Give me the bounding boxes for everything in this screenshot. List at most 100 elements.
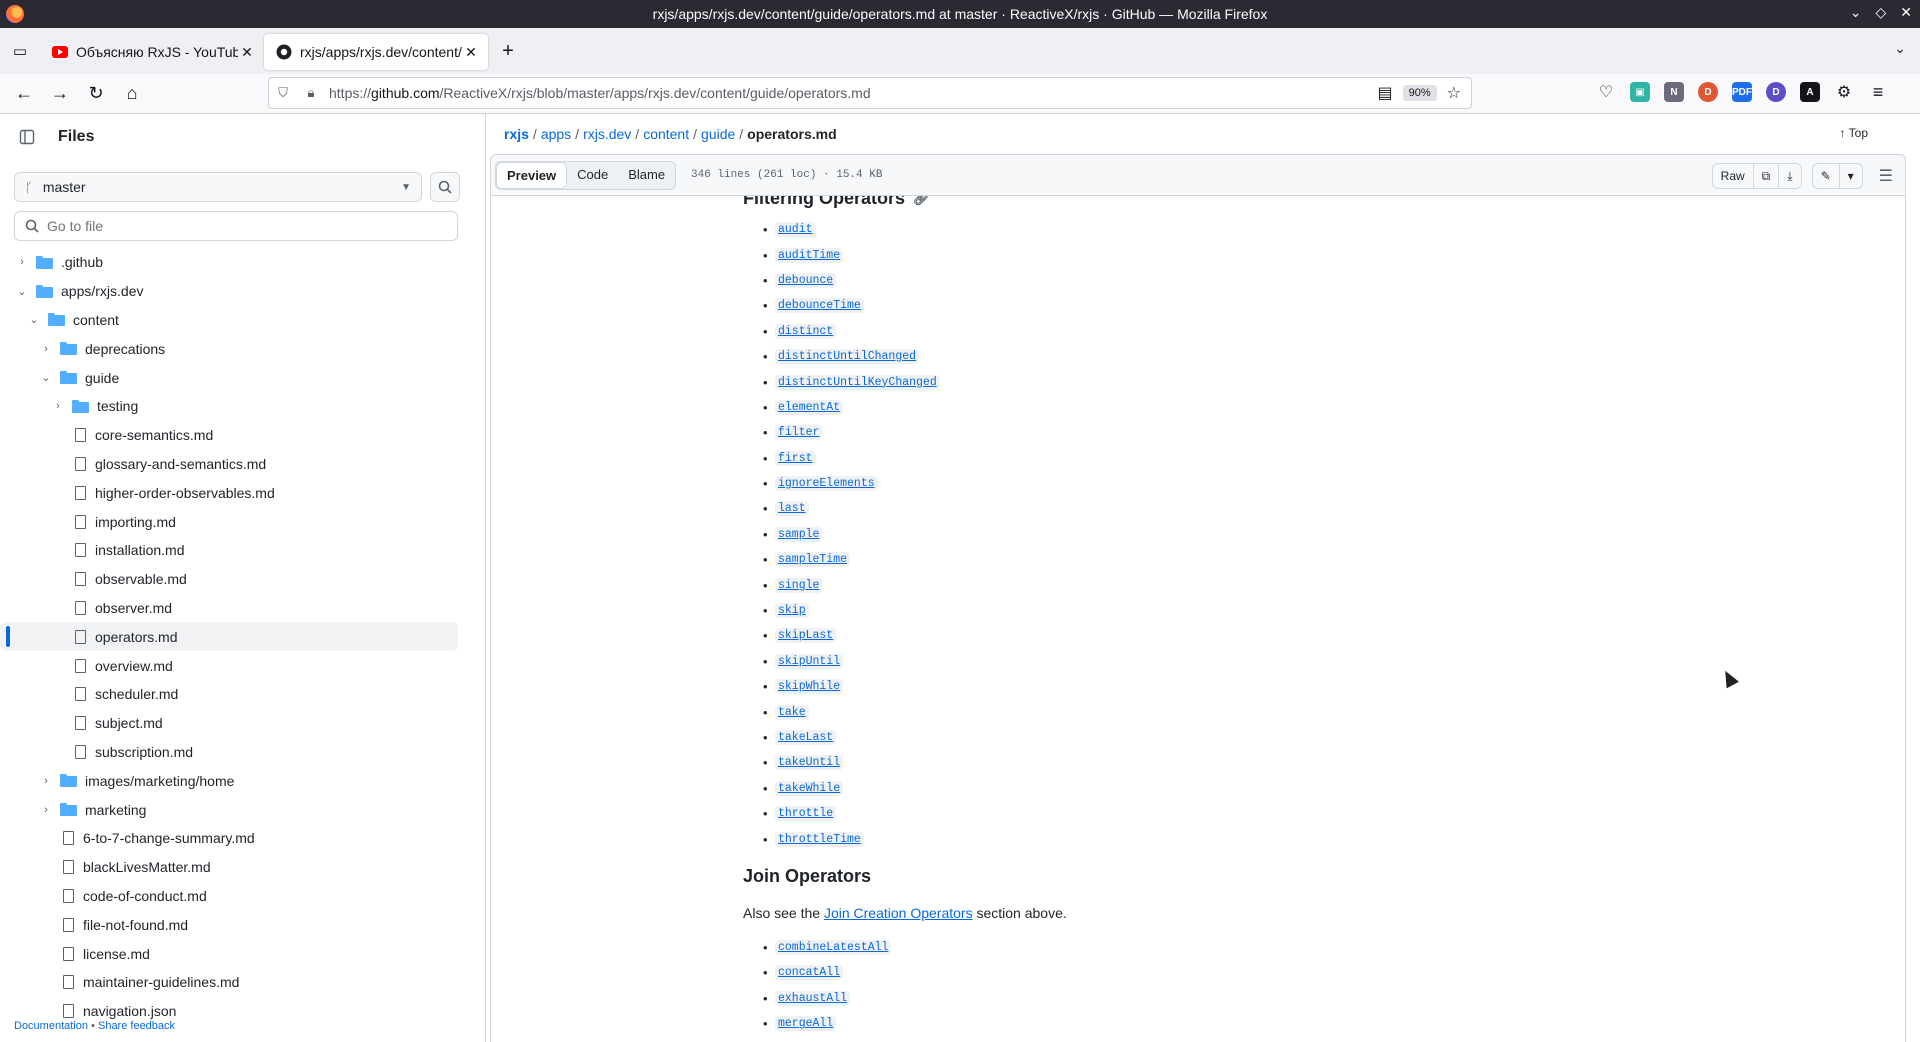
tab-youtube[interactable]: Объясняю RxJS - YouTube ✕ <box>40 34 264 70</box>
operator-link[interactable]: takeUntil <box>775 755 844 771</box>
tree-file[interactable]: higher-order-observables.md <box>0 478 486 507</box>
pencil-icon[interactable]: ✎ <box>1813 164 1839 188</box>
go-to-file-field[interactable] <box>14 211 458 241</box>
outline-list-icon[interactable]: ☰ <box>1879 166 1893 186</box>
tree-file[interactable]: operators.md <box>0 622 458 652</box>
tree-folder[interactable]: ⌄ content <box>0 306 486 335</box>
operator-link[interactable]: sample <box>775 526 823 542</box>
pdf-icon[interactable]: PDF <box>1732 82 1752 102</box>
tree-folder[interactable]: ⌄ apps/rxjs.dev <box>0 277 486 306</box>
url-text[interactable]: https://github.com/ReactiveX/rxjs/blob/m… <box>325 85 1378 101</box>
lock-icon[interactable]: 🔒︎ <box>297 85 325 101</box>
operator-link[interactable]: audit <box>775 222 816 238</box>
translate-icon[interactable]: A <box>1800 82 1820 102</box>
link-icon[interactable]: 🔗︎ <box>913 196 930 207</box>
operator-link[interactable]: takeLast <box>775 730 837 745</box>
home-icon[interactable]: ⌂ <box>114 78 150 110</box>
reader-view-icon[interactable]: ▤ <box>1378 83 1393 103</box>
firefox-view-icon[interactable]: ▭ <box>0 28 40 74</box>
minimize-icon[interactable]: ⌄ <box>1850 4 1862 21</box>
tree-file[interactable]: subscription.md <box>0 738 486 767</box>
pocket-icon[interactable]: ♡ <box>1596 82 1616 102</box>
operator-link[interactable]: throttleTime <box>775 831 864 847</box>
profile-extension-icon[interactable]: D <box>1766 82 1786 102</box>
menu-icon[interactable]: ≡ <box>1868 82 1888 102</box>
new-tab-button[interactable]: + <box>488 40 528 63</box>
tree-folder[interactable]: › marketing <box>0 795 486 824</box>
operator-link[interactable]: takeWhile <box>775 780 844 796</box>
collapse-sidebar-icon[interactable] <box>14 124 40 150</box>
tree-file[interactable]: installation.md <box>0 536 486 565</box>
raw-button[interactable]: Raw <box>1713 164 1753 188</box>
operator-link[interactable]: throttle <box>775 806 837 822</box>
extensions-icon[interactable]: ⚙ <box>1834 82 1854 102</box>
tree-file[interactable]: 6-to-7-change-summary.md <box>0 824 486 853</box>
operator-link[interactable]: single <box>775 577 823 593</box>
close-tab-icon[interactable]: ✕ <box>462 44 480 61</box>
operator-link[interactable]: mergeAll <box>775 1016 837 1032</box>
url-bar[interactable]: ⛉ 🔒︎ https://github.com/ReactiveX/rxjs/b… <box>268 77 1472 109</box>
forward-icon[interactable]: → <box>42 78 78 110</box>
chevron-down-icon[interactable]: ⌄ <box>14 285 30 298</box>
documentation-link[interactable]: Documentation <box>14 1020 88 1032</box>
new-extension-icon[interactable]: N <box>1664 82 1684 102</box>
tree-folder[interactable]: › deprecations <box>0 334 486 363</box>
tab-blame[interactable]: Blame <box>618 162 675 189</box>
share-feedback-link[interactable]: Share feedback <box>98 1020 175 1032</box>
download-icon[interactable]: ⤓ <box>1778 164 1800 188</box>
tree-file[interactable]: core-semantics.md <box>0 421 486 450</box>
reload-icon[interactable]: ↻ <box>78 78 114 110</box>
breadcrumb-item[interactable]: guide <box>701 126 735 142</box>
operator-link[interactable]: distinct <box>775 323 837 339</box>
duckduckgo-icon[interactable]: D <box>1698 82 1718 102</box>
chevron-right-icon[interactable]: › <box>50 400 66 412</box>
close-window-icon[interactable]: ✕ <box>1900 4 1912 21</box>
operator-link[interactable]: skip <box>775 603 809 619</box>
operator-link[interactable]: take <box>775 704 809 720</box>
operator-link[interactable]: skipUntil <box>775 653 844 669</box>
breadcrumb-item[interactable]: rxjs.dev <box>583 126 631 142</box>
close-tab-icon[interactable]: ✕ <box>238 44 256 61</box>
tree-file[interactable]: blackLivesMatter.md <box>0 853 486 882</box>
go-to-file-input[interactable] <box>47 218 427 234</box>
tree-file[interactable]: glossary-and-semantics.md <box>0 450 486 479</box>
breadcrumb-item[interactable]: content <box>643 126 689 142</box>
operator-link[interactable]: distinctUntilChanged <box>775 349 920 365</box>
tree-file[interactable]: maintainer-guidelines.md <box>0 968 486 997</box>
chevron-right-icon[interactable]: › <box>38 343 54 355</box>
tree-file[interactable]: file-not-found.md <box>0 910 486 939</box>
chevron-down-icon[interactable]: ⌄ <box>38 371 54 384</box>
tree-folder[interactable]: › testing <box>0 392 486 421</box>
back-icon[interactable]: ← <box>6 78 42 110</box>
tree-file[interactable]: scheduler.md <box>0 680 486 709</box>
operator-link[interactable]: skipWhile <box>775 679 844 695</box>
tab-github[interactable]: rxjs/apps/rxjs.dev/content/ ✕ <box>264 34 488 70</box>
breadcrumb-item[interactable]: rxjs <box>504 126 529 142</box>
tree-file[interactable]: code-of-conduct.md <box>0 882 486 911</box>
top-button[interactable]: ↑ Top <box>1840 126 1868 140</box>
chevron-right-icon[interactable]: › <box>14 256 30 268</box>
chevron-right-icon[interactable]: › <box>38 775 54 787</box>
chevron-right-icon[interactable]: › <box>38 804 54 816</box>
tree-file[interactable]: importing.md <box>0 507 486 536</box>
tree-file[interactable]: observable.md <box>0 565 486 594</box>
operator-link[interactable]: debounce <box>775 272 837 288</box>
tracking-protection-icon[interactable]: ⛉ <box>269 85 297 101</box>
copy-icon[interactable]: ⧉ <box>1752 164 1779 188</box>
operator-link[interactable]: ignoreElements <box>775 476 878 492</box>
bookmark-star-icon[interactable]: ☆ <box>1447 83 1461 103</box>
zoom-indicator[interactable]: 90% <box>1402 85 1437 101</box>
breadcrumb-item[interactable]: apps <box>541 126 571 142</box>
chevron-down-icon[interactable]: ⌄ <box>26 313 42 326</box>
tree-folder[interactable]: › images/marketing/home <box>0 766 486 795</box>
maximize-icon[interactable]: ◇ <box>1875 4 1886 21</box>
operator-link[interactable]: last <box>775 501 809 517</box>
branch-selector[interactable]: ᚴ master ▼ <box>14 172 422 202</box>
search-files-button[interactable] <box>430 172 460 202</box>
operator-link[interactable]: exhaustAll <box>775 990 851 1006</box>
operator-link[interactable]: auditTime <box>775 247 844 263</box>
operator-link[interactable]: debounceTime <box>775 298 864 314</box>
operator-link[interactable]: elementAt <box>775 399 844 415</box>
tree-file[interactable]: observer.md <box>0 594 486 623</box>
operator-link[interactable]: sampleTime <box>775 552 851 568</box>
